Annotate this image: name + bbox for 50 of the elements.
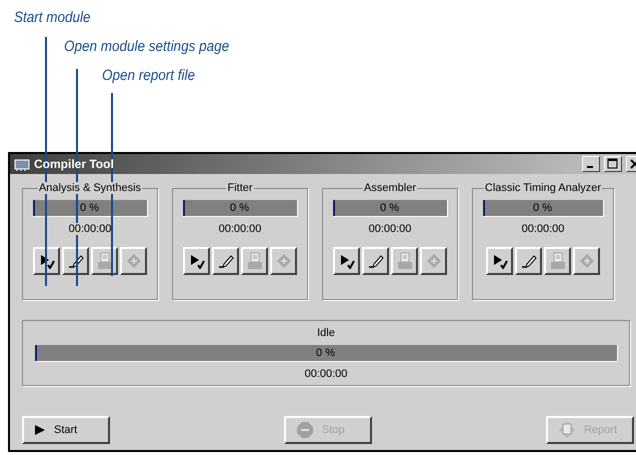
- window-title: Compiler Tool: [34, 157, 115, 171]
- pencil-icon: [68, 253, 84, 269]
- pencil-icon: [520, 253, 536, 269]
- start-module-button[interactable]: [33, 247, 60, 275]
- document-icon: [96, 252, 112, 270]
- diamond-icon: [426, 253, 442, 269]
- settings-module-button[interactable]: [362, 247, 389, 275]
- progress-percent: 0 %: [316, 347, 335, 359]
- elapsed-time: 00:00:00: [304, 368, 348, 380]
- minimize-icon[interactable]: [582, 156, 600, 172]
- play-icon: [34, 424, 46, 436]
- elapsed-time: 00:00:00: [368, 223, 412, 235]
- stop-sign-icon: [296, 421, 314, 439]
- start-module-button[interactable]: [486, 247, 513, 275]
- progress-percent: 0 %: [80, 202, 99, 214]
- elapsed-time: 00:00:00: [68, 223, 112, 235]
- start-button[interactable]: Start: [22, 416, 110, 444]
- module-name: Assembler: [363, 182, 417, 194]
- annotation-label: Open module settings page: [64, 37, 230, 56]
- document-icon: [550, 252, 566, 270]
- elapsed-time: 00:00:00: [522, 223, 564, 235]
- document-icon: [558, 421, 576, 439]
- progress-percent: 0 %: [533, 202, 552, 214]
- app-icon: [14, 157, 30, 171]
- module-name: Classic Timing Analyzer: [484, 182, 602, 194]
- play-icon: [338, 253, 354, 269]
- annotation-label: Start module: [14, 8, 91, 27]
- pencil-icon: [368, 253, 384, 269]
- annotation-label: Open report file: [102, 66, 196, 85]
- document-icon: [246, 252, 262, 270]
- settings-module-button[interactable]: [62, 247, 89, 275]
- diamond-icon: [126, 253, 142, 269]
- play-icon: [38, 253, 54, 269]
- settings-module-button[interactable]: [515, 247, 542, 275]
- status-text: Idle: [317, 327, 335, 339]
- settings-module-button[interactable]: [212, 247, 239, 275]
- maximize-icon[interactable]: [604, 156, 622, 172]
- play-icon: [188, 253, 204, 269]
- start-module-button[interactable]: [183, 247, 210, 275]
- document-icon: [396, 252, 412, 270]
- start-module-button[interactable]: [333, 247, 360, 275]
- module-name: Analysis & Synthesis: [38, 182, 142, 194]
- elapsed-time: 00:00:00: [218, 223, 262, 235]
- progress-percent: 0 %: [230, 202, 249, 214]
- module-name: Fitter: [226, 182, 254, 194]
- diamond-icon: [578, 253, 594, 269]
- progress-percent: 0 %: [380, 202, 399, 214]
- play-icon: [492, 253, 508, 269]
- diamond-icon: [276, 253, 292, 269]
- pencil-icon: [218, 253, 234, 269]
